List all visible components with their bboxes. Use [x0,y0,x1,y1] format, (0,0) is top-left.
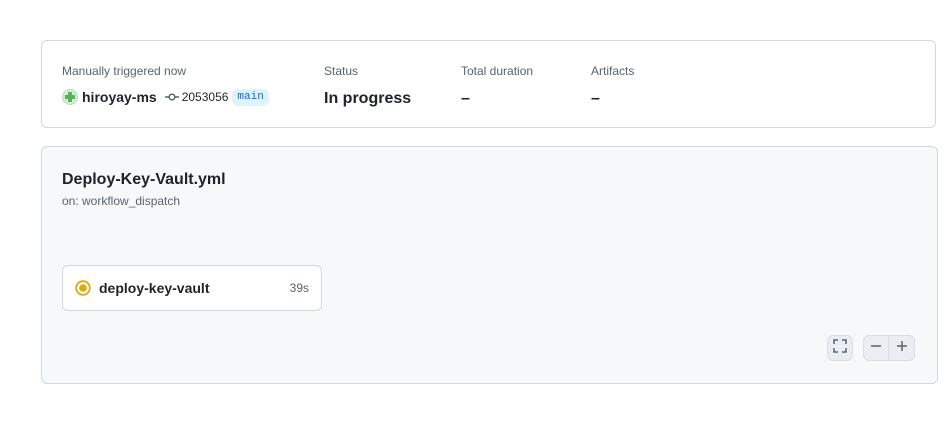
commit-sha-link[interactable]: 2053056 [182,90,229,104]
avatar[interactable] [62,89,78,105]
job-name[interactable]: deploy-key-vault [99,280,209,296]
workflow-file-name: Deploy-Key-Vault.yml [62,171,226,188]
workflow-trigger-event: on: workflow_dispatch [62,194,181,208]
plus-icon [895,339,909,358]
fullscreen-button[interactable] [827,335,853,361]
job-card[interactable]: deploy-key-vault 39s [62,265,322,311]
zoom-out-button[interactable] [863,335,889,361]
zoom-in-button[interactable] [889,335,915,361]
duration-column: Total duration – [461,64,533,109]
trigger-label: Manually triggered now [62,64,187,78]
status-value: In progress [324,90,412,107]
artifacts-column: Artifacts – [591,64,634,109]
dash-icon [869,339,883,358]
run-summary-card: Manually triggered now hiroyay-ms 205305… [41,40,936,128]
artifacts-label: Artifacts [591,64,635,78]
artifacts-value: – [591,90,600,107]
trigger-column: Manually triggered now hiroyay-ms 205305… [62,64,269,107]
status-label: Status [324,64,359,78]
actor-username[interactable]: hiroyay-ms [82,89,157,105]
git-commit-icon [164,92,179,102]
screen-full-icon [833,338,847,358]
status-column: Status In progress [324,64,411,109]
trigger-details: hiroyay-ms 2053056 main [62,87,269,107]
workflow-graph-card: Deploy-Key-Vault.yml on: workflow_dispat… [41,146,938,384]
duration-label: Total duration [461,64,534,78]
job-duration: 39s [289,281,309,295]
branch-badge[interactable]: main [232,88,269,106]
duration-value: – [461,90,470,107]
in-progress-icon [75,280,91,296]
